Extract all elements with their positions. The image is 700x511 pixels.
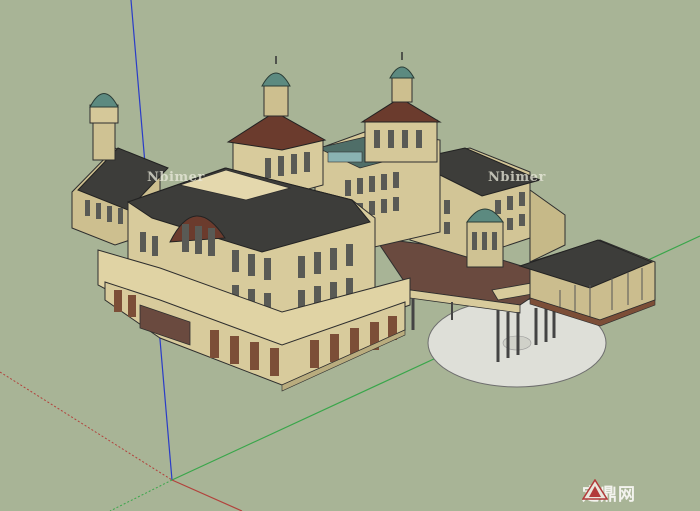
watermark-right: Nbimer bbox=[488, 170, 546, 185]
model-canvas[interactable] bbox=[0, 0, 700, 511]
site-logo: 定鼎网 bbox=[582, 479, 636, 505]
watermark-left: Nbimer bbox=[147, 170, 205, 185]
small-domed-tower bbox=[466, 208, 504, 268]
logo-mark-icon bbox=[582, 479, 608, 500]
red-axis-ext bbox=[171, 479, 243, 511]
green-axis-ext bbox=[109, 479, 173, 511]
red-axis bbox=[0, 371, 173, 481]
modeling-viewport[interactable]: Nbimer Nbimer 定鼎网 bbox=[0, 0, 700, 511]
